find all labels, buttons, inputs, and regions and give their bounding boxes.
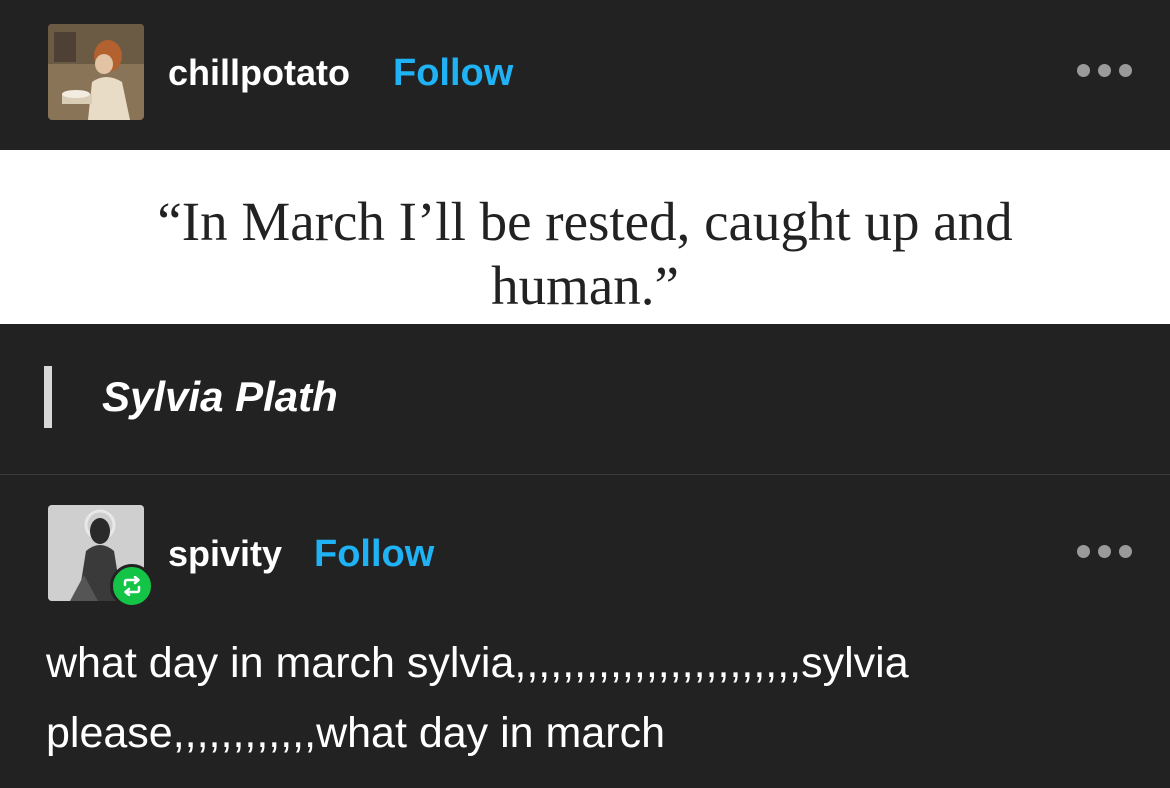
reblog-comment: what day in march sylvia,,,,,,,,,,,,,,,,… xyxy=(46,628,1136,768)
quote-line: human.” xyxy=(491,255,679,316)
post-username[interactable]: chillpotato xyxy=(168,51,350,95)
comment-line: please,,,,,,,,,,,,what day in march xyxy=(46,709,666,757)
quote-attribution: Sylvia Plath xyxy=(44,366,338,428)
reblog-icon xyxy=(123,576,141,596)
avatar-chillpotato[interactable] xyxy=(48,24,144,120)
quote-image: “In March I’ll be rested, caught up and … xyxy=(0,150,1170,324)
blockquote-bar xyxy=(44,366,52,428)
post-header-original: chillpotato Follow xyxy=(0,0,1170,150)
more-options-icon[interactable] xyxy=(1077,64,1132,77)
comment-line: what day in march sylvia,,,,,,,,,,,,,,,,… xyxy=(46,639,909,687)
follow-button[interactable]: Follow xyxy=(393,51,513,95)
post-header-reblog: spivity Follow xyxy=(0,475,1170,615)
quote-line: “In March I’ll be rested, caught up and xyxy=(157,191,1013,252)
reblog-badge xyxy=(110,564,154,608)
more-options-icon[interactable] xyxy=(1077,545,1132,558)
post-username[interactable]: spivity xyxy=(168,532,282,576)
painting-avatar-icon xyxy=(48,24,144,120)
follow-button[interactable]: Follow xyxy=(314,532,434,576)
attribution-text: Sylvia Plath xyxy=(102,373,338,420)
